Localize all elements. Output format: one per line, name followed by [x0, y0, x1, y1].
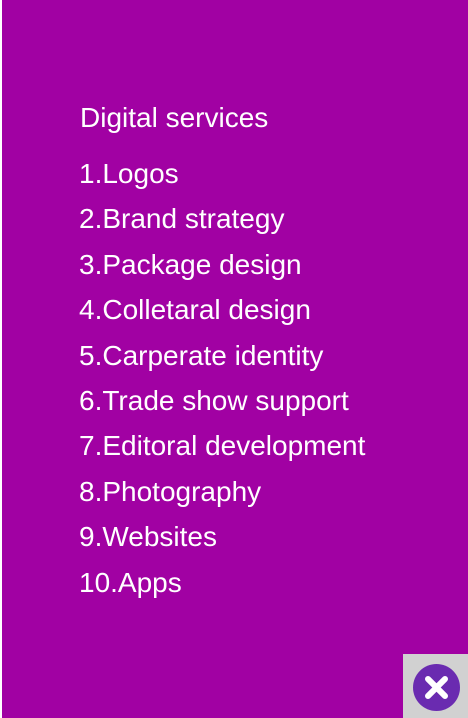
close-button[interactable] [413, 664, 460, 711]
close-icon [425, 676, 448, 699]
list-item: 4.Colletaral design [79, 294, 311, 326]
list-item: 5.Carperate identity [79, 339, 324, 371]
close-area [403, 654, 468, 718]
list-item: 6.Trade show support [79, 384, 349, 416]
list-item: 10.Apps [79, 566, 182, 598]
list-item: 7.Editoral development [79, 430, 366, 462]
list-item: 9.Websites [79, 521, 217, 553]
list-item: 2.Brand strategy [79, 203, 285, 235]
panel-title: Digital services [80, 102, 269, 133]
services-panel: Digital services 1.Logos 2.Brand strateg… [2, 0, 468, 718]
list-item: 1.Logos [79, 158, 179, 189]
list-item: 8.Photography [79, 475, 262, 507]
list-item: 3.Package design [79, 248, 302, 280]
services-list: 1.Logos 2.Brand strategy 3.Package desig… [79, 156, 365, 610]
